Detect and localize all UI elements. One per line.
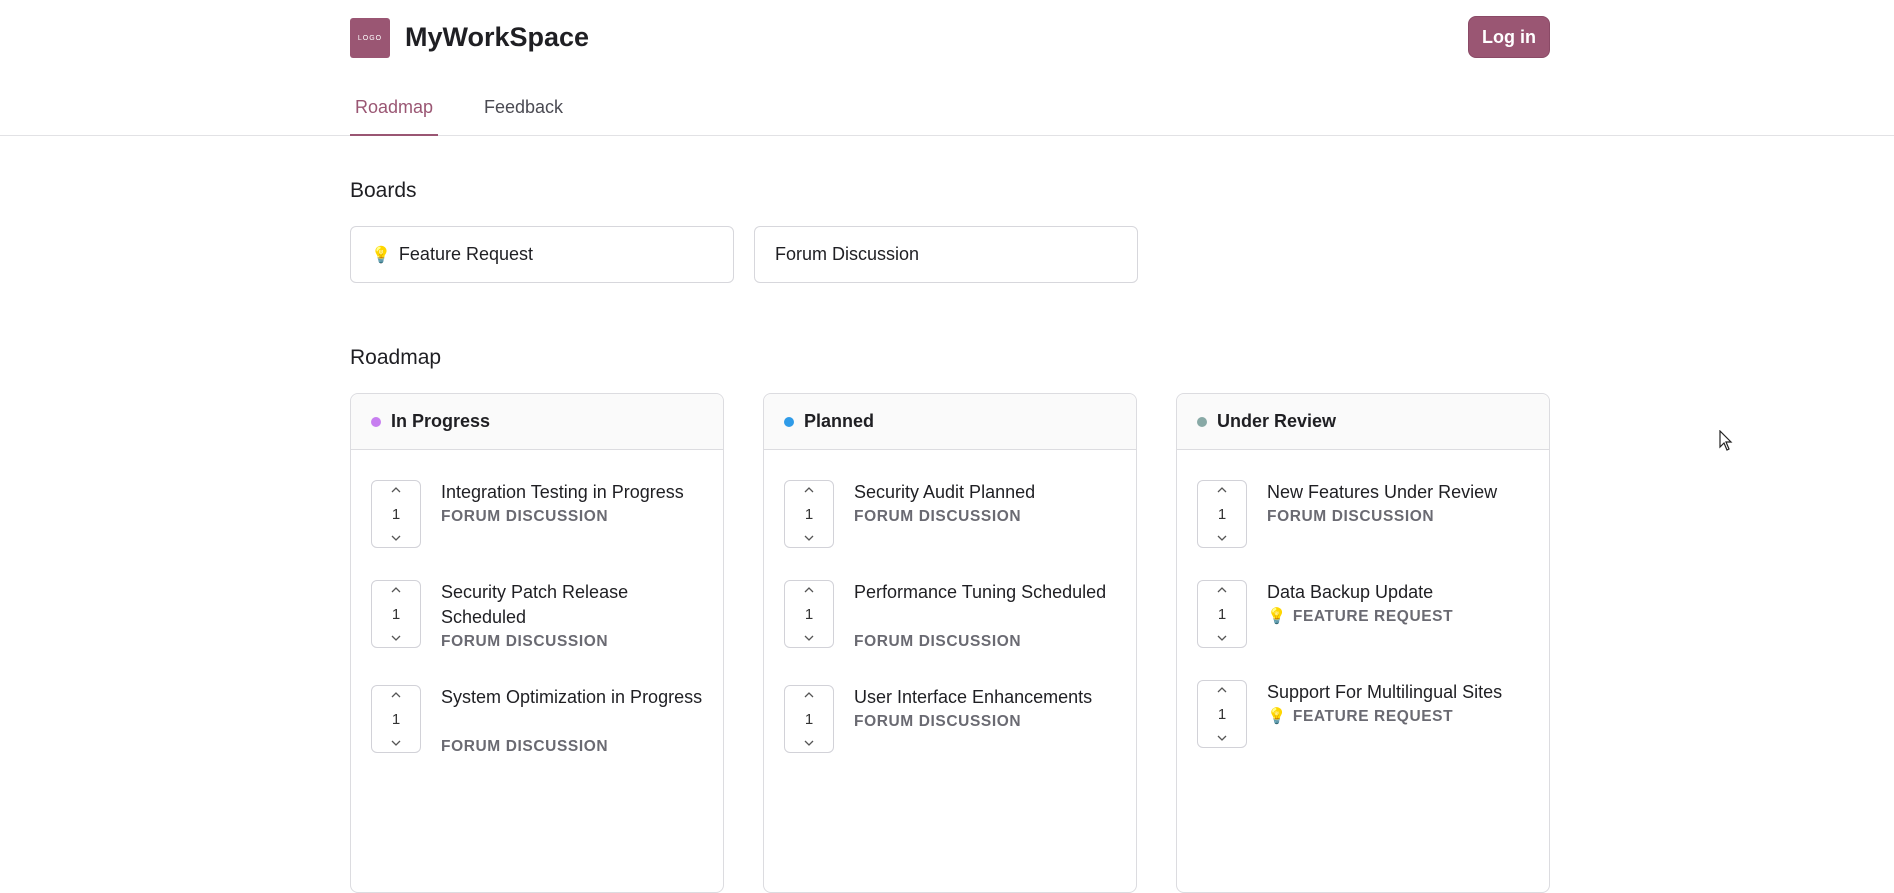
tab-feedback[interactable]: Feedback — [484, 96, 563, 118]
lightbulb-icon: 💡 — [371, 246, 391, 264]
status-dot-icon — [1197, 416, 1207, 427]
item-tag: 💡 FEATURE REQUEST — [1267, 607, 1453, 627]
app-title: MyWorkSpace — [405, 22, 590, 52]
logo-text: LOGO — [357, 34, 383, 42]
downvote-chevron-icon[interactable] — [1217, 733, 1227, 743]
upvote-chevron-icon[interactable] — [804, 690, 814, 700]
column-header: Planned — [764, 394, 1136, 450]
vote-count: 1 — [1217, 605, 1227, 623]
lightbulb-icon: 💡 — [1267, 708, 1287, 725]
board-feature-request[interactable]: 💡 Feature Request — [350, 226, 734, 283]
downvote-chevron-icon[interactable] — [391, 633, 401, 643]
upvote-chevron-icon[interactable] — [804, 585, 814, 595]
vote-box: 1 — [1197, 480, 1247, 548]
vote-box: 1 — [371, 685, 421, 753]
column-title: Planned — [804, 411, 875, 431]
item-tag: FORUM DISCUSSION — [854, 713, 1022, 730]
item-title[interactable]: Support For Multilingual Sites — [1267, 680, 1537, 705]
upvote-chevron-icon[interactable] — [1217, 685, 1227, 695]
downvote-chevron-icon[interactable] — [391, 533, 401, 543]
vote-box: 1 — [371, 480, 421, 548]
roadmap-title: Roadmap — [350, 346, 442, 369]
upvote-chevron-icon[interactable] — [804, 485, 814, 495]
column-title: In Progress — [391, 411, 491, 431]
vote-count: 1 — [391, 605, 401, 623]
board-label: Feature Request — [398, 244, 533, 264]
item-tag: FORUM DISCUSSION — [854, 508, 1022, 525]
boards-title: Boards — [350, 179, 417, 202]
column-title: Under Review — [1217, 411, 1337, 431]
board-forum-discussion[interactable]: Forum Discussion — [754, 226, 1138, 283]
vote-count: 1 — [391, 505, 401, 523]
upvote-chevron-icon[interactable] — [391, 585, 401, 595]
downvote-chevron-icon[interactable] — [391, 738, 401, 748]
item-tag-label: FEATURE REQUEST — [1292, 608, 1454, 625]
tab-roadmap[interactable]: Roadmap — [350, 96, 438, 136]
status-dot-icon — [784, 416, 794, 427]
item-title[interactable]: Performance Tuning Scheduled — [854, 580, 1124, 605]
roadmap-column-under-review: Under Review 1 New Features Under Review… — [1176, 393, 1550, 893]
item-tag: FORUM DISCUSSION — [441, 738, 609, 755]
vote-count: 1 — [804, 505, 814, 523]
lightbulb-icon: 💡 — [1267, 608, 1287, 625]
downvote-chevron-icon[interactable] — [804, 533, 814, 543]
item-title[interactable]: Data Backup Update — [1267, 580, 1537, 605]
item-title[interactable]: User Interface Enhancements — [854, 685, 1124, 710]
login-button[interactable]: Log in — [1468, 16, 1550, 58]
vote-box: 1 — [784, 580, 834, 648]
vote-count: 1 — [804, 710, 814, 728]
roadmap-column-planned: Planned 1 Security Audit Planned FORUM D… — [763, 393, 1137, 893]
vote-box: 1 — [371, 580, 421, 648]
item-title[interactable]: System Optimization in Progress — [441, 685, 711, 710]
roadmap-column-in-progress: In Progress 1 Integration Testing in Pro… — [350, 393, 724, 893]
upvote-chevron-icon[interactable] — [391, 690, 401, 700]
item-tag: FORUM DISCUSSION — [854, 633, 1022, 650]
mouse-cursor-icon — [1719, 430, 1733, 451]
upvote-chevron-icon[interactable] — [1217, 485, 1227, 495]
item-tag: FORUM DISCUSSION — [441, 508, 609, 525]
item-tag: FORUM DISCUSSION — [441, 633, 609, 650]
downvote-chevron-icon[interactable] — [1217, 633, 1227, 643]
vote-box: 1 — [784, 480, 834, 548]
vote-box: 1 — [784, 685, 834, 753]
board-label: Forum Discussion — [775, 244, 920, 264]
downvote-chevron-icon[interactable] — [1217, 533, 1227, 543]
item-title[interactable]: Integration Testing in Progress — [441, 480, 711, 505]
item-tag: 💡 FEATURE REQUEST — [1267, 707, 1453, 727]
column-header: Under Review — [1177, 394, 1549, 450]
column-header: In Progress — [351, 394, 723, 450]
status-dot-icon — [371, 416, 381, 427]
logo[interactable]: LOGO — [350, 18, 390, 58]
vote-count: 1 — [1217, 705, 1227, 723]
downvote-chevron-icon[interactable] — [804, 738, 814, 748]
item-tag: FORUM DISCUSSION — [1267, 508, 1435, 525]
vote-count: 1 — [391, 710, 401, 728]
downvote-chevron-icon[interactable] — [804, 633, 814, 643]
upvote-chevron-icon[interactable] — [391, 485, 401, 495]
item-title[interactable]: Security Audit Planned — [854, 480, 1124, 505]
item-tag-label: FEATURE REQUEST — [1292, 708, 1454, 725]
item-title[interactable]: New Features Under Review — [1267, 480, 1537, 505]
vote-box: 1 — [1197, 680, 1247, 748]
vote-count: 1 — [1217, 505, 1227, 523]
top-header: LOGO MyWorkSpace Log in Roadmap Feedback — [0, 0, 1894, 136]
vote-box: 1 — [1197, 580, 1247, 648]
vote-count: 1 — [804, 605, 814, 623]
upvote-chevron-icon[interactable] — [1217, 585, 1227, 595]
item-title[interactable]: Security Patch Release Scheduled — [441, 580, 711, 630]
